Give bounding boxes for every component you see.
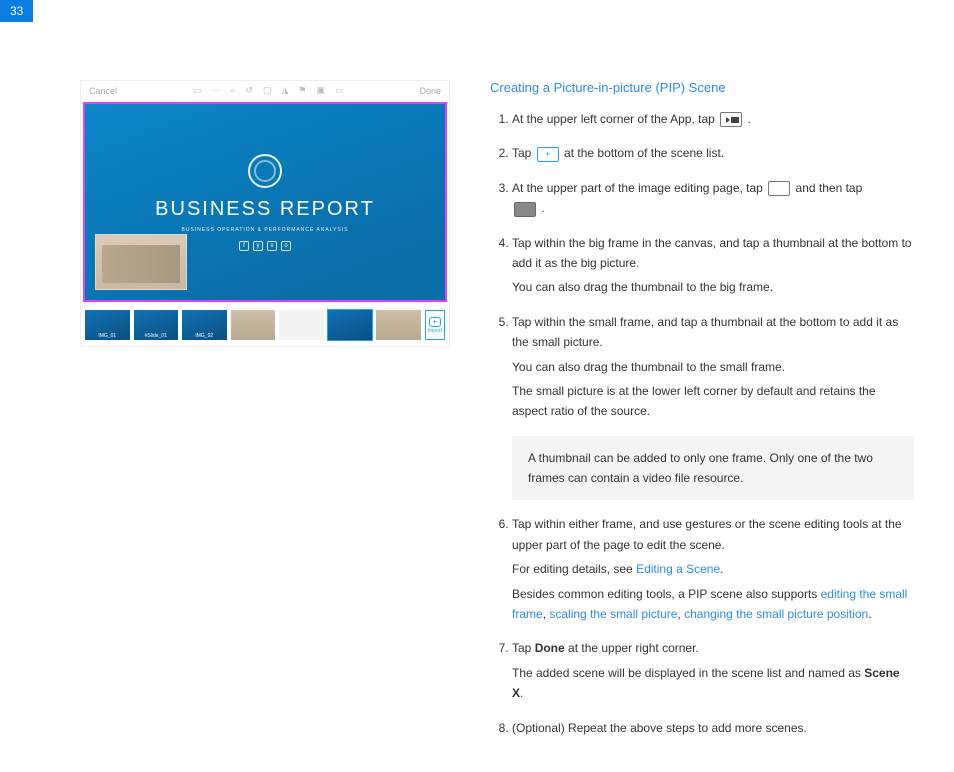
thumbnail[interactable] <box>376 310 421 340</box>
step-text: at the upper right corner. <box>565 641 699 655</box>
step-text: Tap within the big frame in the canvas, … <box>512 236 912 270</box>
instructions-column: Creating a Picture-in-picture (PIP) Scen… <box>490 80 914 752</box>
social-icon: y <box>253 241 263 251</box>
link-scale-small-picture[interactable]: scaling the small picture <box>549 607 677 621</box>
logo-icon <box>248 154 282 188</box>
step-text: You can also drag the thumbnail to the s… <box>512 357 914 377</box>
step-text: At the upper part of the image editing p… <box>512 181 766 195</box>
rect-icon[interactable]: ▭ <box>335 85 344 96</box>
editor-toolbar: Cancel ▭ ⋯ ⌕ ↺ ▢ ◮ ⚑ ▣ ▭ Done <box>81 81 449 100</box>
step-text: Tap within either frame, and use gesture… <box>512 517 902 551</box>
camera-icon <box>720 112 742 127</box>
layout-icon[interactable]: ▭ <box>193 85 202 96</box>
section-title: Creating a Picture-in-picture (PIP) Scen… <box>490 80 914 95</box>
step-text: At the upper left corner of the App, tap <box>512 112 718 126</box>
step-6: Tap within either frame, and use gesture… <box>512 514 914 624</box>
thumbnail-row: IMG_01 #Slide_01 IMG_02 + Import <box>81 304 449 346</box>
step-text: at the bottom of the scene list. <box>564 146 724 160</box>
cancel-button[interactable]: Cancel <box>89 86 117 96</box>
canvas-subtitle: BUSINESS OPERATION & PERFORMANCE ANALYSI… <box>182 227 349 233</box>
chat-icon[interactable]: ⋯ <box>211 85 220 96</box>
note-box: A thumbnail can be added to only one fra… <box>512 436 914 501</box>
step-text: The added scene will be displayed in the… <box>512 663 914 704</box>
pip-small-frame[interactable] <box>95 234 187 290</box>
link-editing-scene[interactable]: Editing a Scene <box>636 562 720 576</box>
steps-list-cont: Tap within either frame, and use gesture… <box>490 514 914 738</box>
link-change-position[interactable]: changing the small picture position <box>684 607 868 621</box>
plus-box-icon: + <box>537 147 559 162</box>
thumbnail-selected[interactable] <box>328 310 373 340</box>
editor-figure: Cancel ▭ ⋯ ⌕ ↺ ▢ ◮ ⚑ ▣ ▭ Done <box>80 80 450 752</box>
step-text: Besides common editing tools, a PIP scen… <box>512 584 914 625</box>
step-5: Tap within the small frame, and tap a th… <box>512 312 914 422</box>
social-icon: x <box>267 241 277 251</box>
rotate-icon[interactable]: ↺ <box>245 85 253 96</box>
import-button[interactable]: + Import <box>425 310 446 340</box>
thumbnail[interactable]: IMG_01 <box>85 310 130 340</box>
plus-icon: + <box>429 317 441 327</box>
step-text: You can also drag the thumbnail to the b… <box>512 277 914 297</box>
step-text: For editing details, see Editing a Scene… <box>512 559 914 579</box>
step-text: The small picture is at the lower left c… <box>512 381 914 422</box>
step-text: Tap <box>512 641 535 655</box>
empty-frame-icon <box>768 181 790 196</box>
social-icon: f <box>239 241 249 251</box>
flag-icon[interactable]: ⚑ <box>298 85 306 96</box>
import-label: Import <box>428 328 442 334</box>
frame-icon[interactable]: ▣ <box>317 85 326 96</box>
thumbnail[interactable]: IMG_02 <box>182 310 227 340</box>
step-1: At the upper left corner of the App, tap… <box>512 109 914 129</box>
done-button[interactable]: Done <box>419 86 441 96</box>
step-text: . <box>541 201 544 215</box>
canvas-title: BUSINESS REPORT <box>155 198 375 221</box>
folder-icon[interactable]: ▢ <box>263 85 272 96</box>
social-row: f y x o <box>239 241 291 251</box>
page-container: Cancel ▭ ⋯ ⌕ ↺ ▢ ◮ ⚑ ▣ ▭ Done <box>0 0 954 772</box>
step-text: Tap within the small frame, and tap a th… <box>512 315 898 349</box>
editor-window: Cancel ▭ ⋯ ⌕ ↺ ▢ ◮ ⚑ ▣ ▭ Done <box>80 80 450 347</box>
steps-list: At the upper left corner of the App, tap… <box>490 109 914 422</box>
step-8: (Optional) Repeat the above steps to add… <box>512 718 914 738</box>
thumbnail[interactable]: #Slide_01 <box>134 310 179 340</box>
step-4: Tap within the big frame in the canvas, … <box>512 233 914 298</box>
step-text: and then tap <box>796 181 863 195</box>
step-3: At the upper part of the image editing p… <box>512 178 914 219</box>
step-text: . <box>747 112 750 126</box>
thumbnail[interactable] <box>231 310 276 340</box>
filled-frame-icon <box>514 202 536 217</box>
step-7: Tap Done at the upper right corner. The … <box>512 638 914 703</box>
thumbnail[interactable] <box>279 310 324 340</box>
page-number-tab: 33 <box>0 0 33 22</box>
done-label: Done <box>535 641 565 655</box>
search-icon[interactable]: ⌕ <box>230 85 235 96</box>
step-2: Tap + at the bottom of the scene list. <box>512 143 914 163</box>
mirror-icon[interactable]: ◮ <box>282 85 289 96</box>
social-icon: o <box>281 241 291 251</box>
editor-canvas[interactable]: BUSINESS REPORT BUSINESS OPERATION & PER… <box>83 102 447 302</box>
toolbar-tools: ▭ ⋯ ⌕ ↺ ▢ ◮ ⚑ ▣ ▭ <box>193 85 344 96</box>
step-text: Tap <box>512 146 535 160</box>
